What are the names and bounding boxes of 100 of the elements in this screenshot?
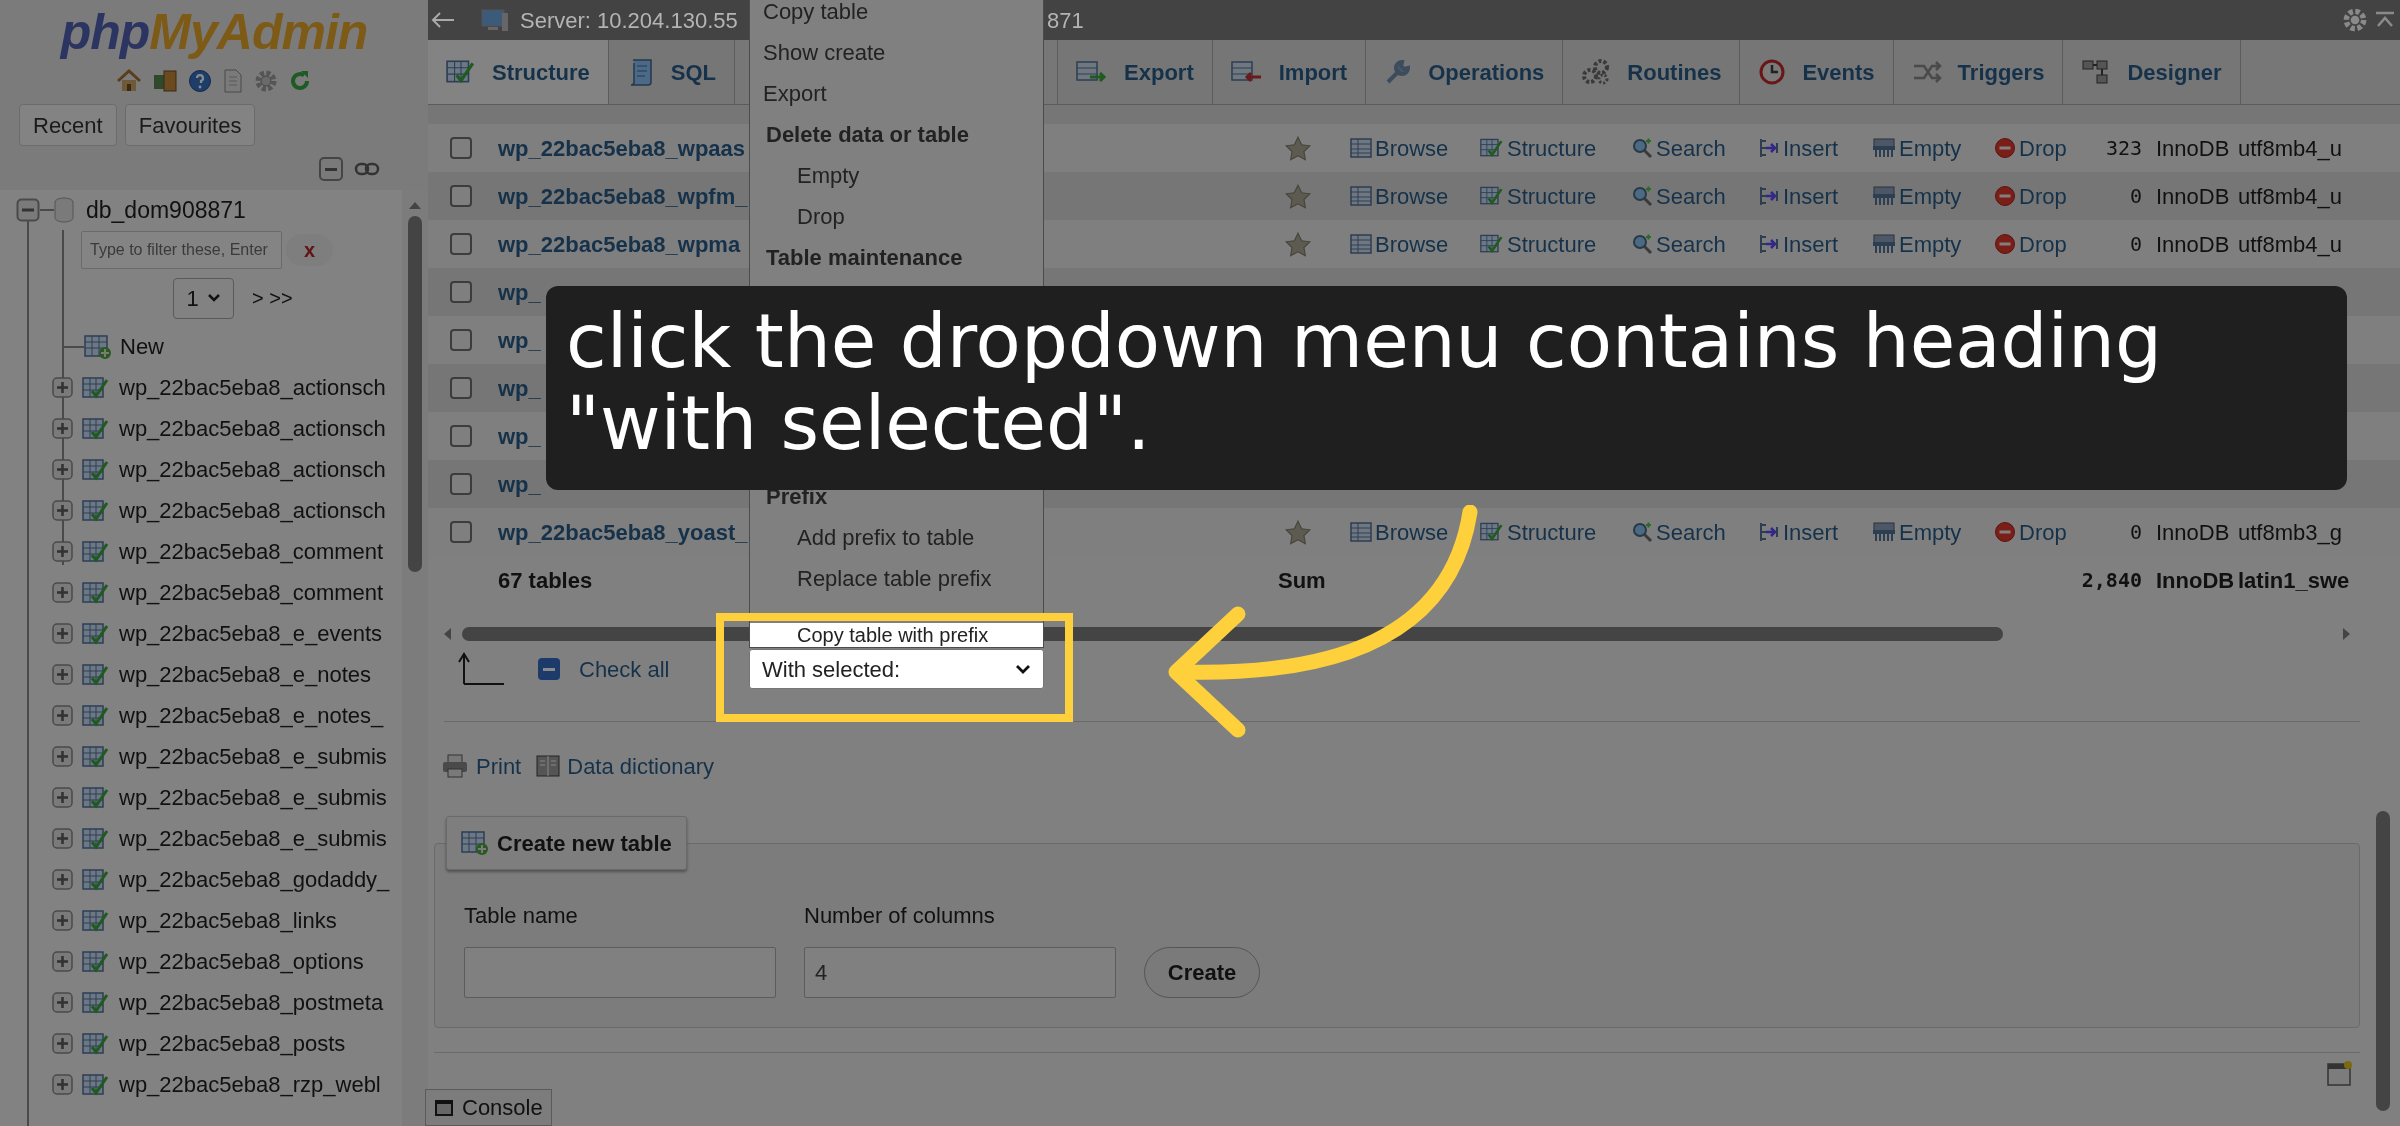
help-icon[interactable]: [188, 69, 212, 93]
insert-link[interactable]: Insert: [1758, 179, 1839, 213]
link-icon[interactable]: [354, 162, 380, 176]
reload-icon[interactable]: [288, 69, 312, 93]
menu-item[interactable]: Copy table: [750, 0, 1043, 32]
table-name-link[interactable]: wp_22bac5eba8_wpma: [498, 231, 741, 257]
database-name[interactable]: db_dom908871: [86, 192, 246, 228]
notepad-icon[interactable]: [2326, 1061, 2352, 1087]
browse-link[interactable]: Browse: [1350, 179, 1449, 213]
expand-toggle[interactable]: [52, 992, 73, 1013]
tree-item[interactable]: wp_22bac5eba8_e_events: [119, 617, 382, 650]
tree-item[interactable]: wp_22bac5eba8_actionsch: [119, 453, 386, 486]
expand-toggle[interactable]: [52, 664, 73, 685]
table-name-link[interactable]: wp_: [498, 419, 541, 453]
scroll-left-arrow-icon[interactable]: [442, 627, 452, 641]
expand-toggle[interactable]: [52, 787, 73, 808]
tree-item[interactable]: wp_22bac5eba8_e_submis: [119, 822, 387, 855]
table-name-link[interactable]: wp_22bac5eba8_wpfm_: [498, 183, 748, 209]
menu-item[interactable]: Copy table with prefix: [750, 623, 1043, 647]
expand-toggle[interactable]: [52, 459, 73, 480]
clear-filter-button[interactable]: x: [286, 234, 334, 266]
tree-item[interactable]: New: [120, 330, 164, 363]
insert-link[interactable]: Insert: [1758, 131, 1839, 165]
settings-icon[interactable]: [254, 69, 278, 93]
expand-toggle[interactable]: [52, 1033, 73, 1054]
drop-link[interactable]: Drop: [1994, 131, 2067, 165]
menu-item[interactable]: Export: [750, 73, 1043, 114]
tree-item[interactable]: wp_22bac5eba8_e_notes: [119, 658, 371, 691]
empty-link[interactable]: Empty: [1872, 131, 1962, 165]
table-name-link[interactable]: wp_: [498, 323, 541, 357]
table-name-link[interactable]: wp_22bac5eba8_wpaas: [498, 135, 746, 161]
expand-toggle[interactable]: [16, 198, 40, 222]
scroll-up-arrow-icon[interactable]: [408, 200, 422, 210]
tab[interactable]: Structure: [428, 40, 609, 104]
tree-item[interactable]: wp_22bac5eba8_e_submis: [119, 781, 387, 814]
sidebar-button[interactable]: Favourites: [124, 104, 256, 146]
data-dictionary-link[interactable]: Data dictionary: [535, 749, 714, 783]
create-button[interactable]: Create: [1144, 947, 1260, 998]
tree-item[interactable]: wp_22bac5eba8_actionsch: [119, 412, 386, 445]
expand-toggle[interactable]: [52, 1074, 73, 1095]
next-pages-link[interactable]: > >>: [252, 283, 293, 313]
check-all-checkbox[interactable]: [538, 658, 560, 680]
with-selected-dropdown[interactable]: With selected:: [749, 649, 1044, 689]
tree-item[interactable]: wp_22bac5eba8_e_notes_: [119, 699, 384, 732]
input-field[interactable]: 4: [804, 947, 1116, 998]
expand-toggle[interactable]: [52, 582, 73, 603]
tree-item[interactable]: wp_22bac5eba8_links: [119, 904, 337, 937]
expand-toggle[interactable]: [52, 705, 73, 726]
search-link[interactable]: Search: [1631, 227, 1726, 261]
browse-link[interactable]: Browse: [1350, 131, 1449, 165]
row-checkbox[interactable]: [450, 425, 472, 447]
tree-item[interactable]: wp_22bac5eba8_rzp_webl: [119, 1068, 381, 1101]
expand-toggle[interactable]: [52, 951, 73, 972]
expand-toggle[interactable]: [52, 910, 73, 931]
table-name-link[interactable]: wp_: [498, 467, 541, 501]
tree-item[interactable]: wp_22bac5eba8_comment: [119, 535, 384, 568]
back-arrow-icon[interactable]: [430, 11, 456, 29]
exit-icon[interactable]: [152, 69, 178, 93]
settings-icon[interactable]: [2342, 7, 2368, 33]
page-scrollbar[interactable]: [2376, 811, 2390, 1111]
structure-link[interactable]: Structure: [1480, 227, 1597, 261]
input-field[interactable]: [464, 947, 776, 998]
scrollbar-thumb[interactable]: [408, 216, 422, 572]
drop-link[interactable]: Drop: [1994, 179, 2067, 213]
structure-link[interactable]: Structure: [1480, 179, 1597, 213]
collapse-icon[interactable]: [318, 156, 346, 182]
expand-toggle[interactable]: [52, 418, 73, 439]
menu-item[interactable]: Replace table prefix: [750, 558, 1043, 599]
console-tab[interactable]: Console: [425, 1089, 552, 1126]
expand-toggle[interactable]: [52, 623, 73, 644]
menu-item[interactable]: Empty: [750, 155, 1043, 196]
row-checkbox[interactable]: [450, 137, 472, 159]
drop-link[interactable]: Drop: [1994, 515, 2067, 549]
row-checkbox[interactable]: [450, 377, 472, 399]
row-checkbox[interactable]: [450, 281, 472, 303]
home-icon[interactable]: [116, 69, 142, 93]
create-table-legend[interactable]: Create new table: [446, 816, 687, 870]
table-name-link[interactable]: wp_22bac5eba8_yoast_: [498, 519, 748, 545]
row-checkbox[interactable]: [450, 329, 472, 351]
tree-item[interactable]: wp_22bac5eba8_comment: [119, 576, 384, 609]
structure-link[interactable]: Structure: [1480, 515, 1597, 549]
insert-link[interactable]: Insert: [1758, 515, 1839, 549]
row-checkbox[interactable]: [450, 521, 472, 543]
scrollbar[interactable]: [402, 190, 428, 1126]
menu-item[interactable]: Drop: [750, 196, 1043, 237]
page-select[interactable]: 1: [173, 277, 234, 319]
menu-item[interactable]: Add prefix to table: [750, 517, 1043, 558]
filter-field[interactable]: Type to filter these, Enter: [81, 231, 282, 269]
row-checkbox[interactable]: [450, 233, 472, 255]
tree-item[interactable]: wp_22bac5eba8_actionsch: [119, 371, 386, 404]
expand-toggle[interactable]: [52, 828, 73, 849]
browse-link[interactable]: Browse: [1350, 227, 1449, 261]
tree-item[interactable]: wp_22bac5eba8_options: [119, 945, 364, 978]
table-name-link[interactable]: wp_: [498, 371, 541, 405]
empty-link[interactable]: Empty: [1872, 179, 1962, 213]
tree-item[interactable]: wp_22bac5eba8_actionsch: [119, 494, 386, 527]
expand-toggle[interactable]: [52, 377, 73, 398]
browse-link[interactable]: Browse: [1350, 515, 1449, 549]
empty-link[interactable]: Empty: [1872, 227, 1962, 261]
logo[interactable]: phpMyAdmin: [60, 6, 368, 64]
